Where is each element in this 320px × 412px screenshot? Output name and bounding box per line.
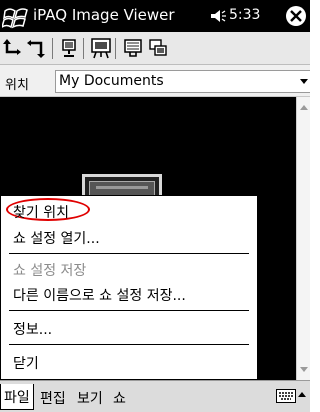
toolbar-separator: [115, 38, 116, 59]
menu-item-close[interactable]: 닫기: [13, 353, 39, 373]
windows-flag-icon[interactable]: [2, 3, 30, 29]
close-icon: [290, 10, 302, 22]
title-bar: iPAQ Image Viewer 5:33: [0, 0, 310, 32]
input-panel-arrow-icon[interactable]: [298, 392, 306, 397]
close-button[interactable]: [286, 6, 306, 26]
location-label: 위치: [5, 78, 29, 93]
speaker-icon[interactable]: [210, 8, 226, 24]
keyboard-icon[interactable]: [276, 389, 296, 403]
menu-item-about[interactable]: 정보...: [13, 319, 52, 339]
menubar-item-file[interactable]: 파일: [0, 384, 34, 410]
menu-item-save-show-settings-as[interactable]: 다른 이름으로 쇼 설정 저장...: [13, 285, 186, 305]
rotate-left-icon[interactable]: [3, 37, 25, 59]
display-icon[interactable]: [122, 37, 144, 59]
menu-separator: [9, 344, 249, 345]
slideshow-icon[interactable]: [90, 37, 112, 59]
menu-bar: 파일 편집 보기 쇼: [0, 380, 310, 412]
menu-separator: [9, 310, 249, 311]
thumbnail-detail: [96, 186, 148, 189]
location-row: 위치 My Documents: [0, 65, 310, 97]
vertical-scrollbar[interactable]: [296, 97, 310, 380]
toolbar-separator: [52, 38, 53, 59]
menu-separator: [9, 253, 249, 254]
menu-item-save-show-settings: 쇼 설정 저장: [13, 263, 87, 279]
menu-item-find-location[interactable]: 찾기 위치: [13, 202, 69, 222]
location-dropdown[interactable]: My Documents: [55, 70, 310, 93]
toolbar: [0, 32, 310, 65]
menubar-item-show[interactable]: 쇼: [113, 388, 126, 408]
location-value: My Documents: [59, 73, 164, 89]
full-screen-icon[interactable]: [58, 37, 80, 59]
app-title: iPAQ Image Viewer: [33, 6, 175, 24]
menubar-item-view[interactable]: 보기: [77, 388, 103, 408]
file-menu: 찾기 위치 쇼 설정 열기... 쇼 설정 저장 다른 이름으로 쇼 설정 저장…: [0, 195, 258, 380]
chevron-down-icon: [300, 79, 308, 84]
copy-icon[interactable]: [147, 37, 169, 59]
scroll-down-icon[interactable]: [300, 367, 308, 372]
menubar-item-edit[interactable]: 편집: [40, 388, 66, 408]
rotate-right-icon[interactable]: [27, 37, 49, 59]
scroll-up-icon[interactable]: [300, 105, 308, 110]
menu-item-open-show-settings[interactable]: 쇼 설정 열기...: [13, 228, 100, 248]
clock-time[interactable]: 5:33: [229, 7, 260, 23]
toolbar-separator: [83, 38, 84, 59]
